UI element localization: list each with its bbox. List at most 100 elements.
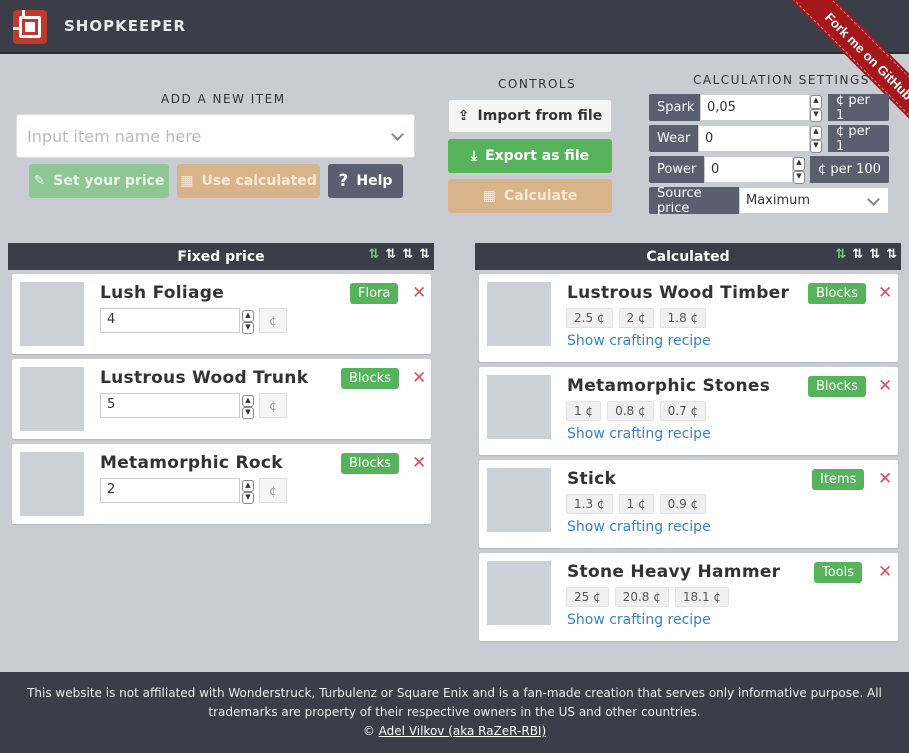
item-thumbnail: [487, 282, 551, 346]
item-thumbnail: [20, 452, 84, 516]
price-list: 25 ¢ 20.8 ¢ 18.1 ¢: [566, 587, 730, 607]
power-label: Power: [649, 156, 704, 183]
price-input[interactable]: 4 ▲ ▼: [100, 308, 254, 334]
delete-icon[interactable]: ✕: [412, 453, 426, 473]
power-stepper[interactable]: ▲ ▼: [793, 157, 805, 184]
item-name: Lush Foliage: [100, 283, 225, 303]
currency-addon: ¢: [259, 478, 287, 503]
delete-icon[interactable]: ✕: [878, 283, 892, 303]
delete-icon[interactable]: ✕: [412, 283, 426, 303]
delete-icon[interactable]: ✕: [412, 368, 426, 388]
price-min: 0.7 ¢: [659, 401, 707, 421]
wear-stepper[interactable]: ▲ ▼: [810, 126, 822, 153]
price-list: 1 ¢ 0.8 ¢ 0.7 ¢: [566, 401, 707, 421]
price-stepper[interactable]: ▲ ▼: [242, 310, 254, 334]
price-avg: 2 ¢: [618, 308, 654, 328]
calculator-icon: ▦: [180, 173, 194, 189]
price-avg: 0.8 ¢: [607, 401, 654, 421]
show-recipe-link[interactable]: Show crafting recipe: [567, 333, 711, 349]
spark-input[interactable]: 0,05 ▲ ▼: [700, 94, 822, 122]
edit-icon: ✎: [33, 173, 46, 189]
calculated-title: Calculated: [646, 248, 730, 265]
app-title: SHOPKEEPER: [64, 17, 187, 35]
chevron-down-icon[interactable]: [867, 193, 880, 206]
wear-input[interactable]: 0 ▲ ▼: [698, 125, 822, 153]
price-value: 5: [107, 397, 116, 412]
spark-value: 0,05: [707, 100, 736, 115]
show-recipe-link[interactable]: Show crafting recipe: [567, 519, 711, 535]
price-min: 1.8 ¢: [659, 308, 707, 328]
sort-price-desc-icon[interactable]: ⇅: [419, 247, 430, 262]
power-input[interactable]: 0 ▲ ▼: [704, 156, 805, 184]
item-name: Metamorphic Stones: [567, 376, 771, 396]
set-price-button[interactable]: ✎ Set your price: [29, 164, 169, 198]
sort-alpha-asc-icon[interactable]: ⇅: [835, 247, 846, 262]
currency-addon: ¢: [259, 393, 287, 418]
export-button[interactable]: ⤓ Export as file: [448, 139, 612, 173]
wear-label: Wear: [649, 125, 698, 152]
copyright-symbol: ©: [362, 724, 375, 738]
item-name: Lustrous Wood Trunk: [100, 368, 309, 388]
sort-price-desc-icon[interactable]: ⇅: [886, 247, 897, 262]
sort-alpha-asc-icon[interactable]: ⇅: [368, 247, 379, 262]
price-stepper[interactable]: ▲ ▼: [242, 480, 254, 504]
price-value: 2: [107, 482, 116, 497]
fixed-sort-controls: ⇅ ⇅ ⇅ ⇅: [368, 247, 430, 262]
disclaimer-text: This website is not affiliated with Wond…: [27, 686, 882, 719]
calculate-button[interactable]: ▦ Calculate: [448, 179, 612, 213]
category-badge: Blocks: [341, 368, 399, 389]
chevron-down-icon[interactable]: [391, 128, 404, 141]
fixed-item-card: Metamorphic Rock Blocks ✕ 2 ▲ ▼ ¢: [12, 444, 431, 524]
help-button[interactable]: ? Help: [328, 164, 403, 198]
calculated-item-card: Stone Heavy Hammer Tools ✕ 25 ¢ 20.8 ¢ 1…: [479, 553, 898, 641]
price-max: 2.5 ¢: [566, 308, 613, 328]
category-badge: Flora: [350, 283, 399, 304]
source-price-row: Source price Maximum: [649, 186, 889, 216]
calculated-item-card: Lustrous Wood Timber Blocks ✕ 2.5 ¢ 2 ¢ …: [479, 274, 898, 362]
source-price-select[interactable]: Maximum: [739, 187, 889, 214]
fixed-item-card: Lustrous Wood Trunk Blocks ✕ 5 ▲ ▼ ¢: [12, 359, 431, 439]
item-name: Stone Heavy Hammer: [567, 562, 781, 582]
category-badge: Tools: [814, 562, 863, 583]
delete-icon[interactable]: ✕: [878, 376, 892, 396]
use-calculated-label: Use calculated: [201, 173, 317, 189]
item-thumbnail: [20, 282, 84, 346]
show-recipe-link[interactable]: Show crafting recipe: [567, 612, 711, 628]
price-stepper[interactable]: ▲ ▼: [242, 395, 254, 419]
price-input[interactable]: 5 ▲ ▼: [100, 393, 254, 419]
import-label: Import from file: [477, 108, 603, 124]
price-min: 0.9 ¢: [659, 494, 707, 514]
show-recipe-link[interactable]: Show crafting recipe: [567, 426, 711, 442]
sort-alpha-desc-icon[interactable]: ⇅: [852, 247, 863, 262]
category-badge: Blocks: [808, 376, 866, 397]
price-avg: 20.8 ¢: [614, 587, 669, 607]
delete-icon[interactable]: ✕: [878, 562, 892, 582]
delete-icon[interactable]: ✕: [878, 469, 892, 489]
spark-label: Spark: [649, 94, 700, 121]
calculated-item-card: Stick Items ✕ 1.3 ¢ 1 ¢ 0.9 ¢ Show craft…: [479, 460, 898, 548]
price-list: 1.3 ¢ 1 ¢ 0.9 ¢: [566, 494, 707, 514]
question-icon: ?: [338, 170, 349, 191]
author-link[interactable]: Adel Vilkov (aka RaZeR-RBI): [379, 724, 546, 738]
category-badge: Blocks: [341, 453, 399, 474]
power-row: Power 0 ▲ ▼ ¢ per 100: [649, 156, 889, 184]
sort-alpha-desc-icon[interactable]: ⇅: [385, 247, 396, 262]
calculated-sort-controls: ⇅ ⇅ ⇅ ⇅: [835, 247, 897, 262]
price-input[interactable]: 2 ▲ ▼: [100, 478, 254, 504]
item-thumbnail: [487, 375, 551, 439]
use-calculated-button[interactable]: ▦ Use calculated: [177, 164, 320, 198]
sort-price-asc-icon[interactable]: ⇅: [402, 247, 413, 262]
wear-row: Wear 0 ▲ ▼ ¢ per 1: [649, 124, 889, 154]
import-button[interactable]: ⇪ Import from file: [448, 99, 612, 133]
wear-unit: ¢ per 1: [828, 124, 889, 154]
settings-title: CALCULATION SETTINGS: [693, 73, 870, 87]
set-price-label: Set your price: [53, 173, 165, 189]
item-thumbnail: [487, 468, 551, 532]
sort-price-asc-icon[interactable]: ⇅: [869, 247, 880, 262]
spark-stepper[interactable]: ▲ ▼: [810, 95, 822, 122]
item-thumbnail: [20, 367, 84, 431]
item-thumbnail: [487, 561, 551, 625]
spark-unit: ¢ per 1: [828, 93, 889, 123]
power-value: 0: [711, 162, 720, 177]
item-name-select[interactable]: Input item name here: [16, 114, 415, 158]
